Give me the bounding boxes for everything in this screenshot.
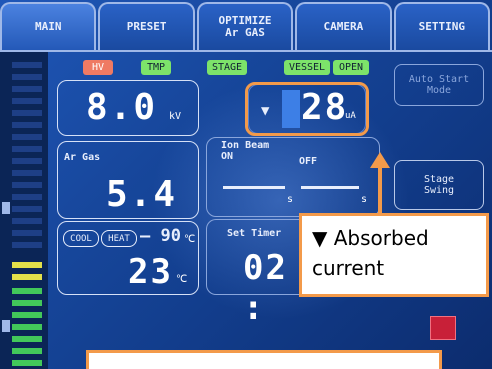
ion-beam-on-label: ON bbox=[221, 151, 234, 162]
heat-button[interactable]: HEAT bbox=[101, 230, 137, 247]
gauge-segment bbox=[12, 218, 42, 224]
auto-start-mode-button[interactable]: Auto Start Mode bbox=[394, 64, 484, 106]
tab-optimize-ar-gas[interactable]: OPTIMIZE Ar GAS bbox=[196, 2, 294, 50]
ion-beam-panel: Ion Beam ON OFF s s bbox=[206, 137, 380, 217]
bottom-annotation-box bbox=[86, 350, 442, 369]
voltage-unit: kV bbox=[169, 111, 182, 122]
temperature-unit: ℃ bbox=[176, 274, 188, 285]
gauge-segment bbox=[12, 134, 42, 140]
gauge-segment-yellow bbox=[12, 262, 42, 268]
gauge-segment bbox=[12, 110, 42, 116]
voltage-value: 8.0 bbox=[86, 87, 158, 128]
gauge-segment bbox=[12, 146, 42, 152]
gauge-segment-green bbox=[12, 324, 42, 330]
red-indicator bbox=[430, 316, 456, 340]
gauge-segment bbox=[12, 206, 42, 212]
ar-gas-label: Ar Gas bbox=[64, 152, 101, 163]
instrument-screen: MAIN PRESET OPTIMIZE Ar GAS CAMERA SETTI… bbox=[0, 0, 492, 369]
ion-beam-off-time-field[interactable] bbox=[301, 186, 359, 189]
gauge-segment-green bbox=[12, 336, 42, 342]
callout-arrow-icon bbox=[370, 152, 390, 216]
level-gauge bbox=[0, 52, 48, 369]
gauge-segment bbox=[12, 242, 42, 248]
gauge-segment bbox=[12, 74, 42, 80]
stage-swing-button[interactable]: Stage Swing bbox=[394, 160, 484, 210]
status-hv-badge: HV bbox=[83, 60, 113, 75]
tab-bar: MAIN PRESET OPTIMIZE Ar GAS CAMERA SETTI… bbox=[0, 0, 492, 52]
gauge-segment bbox=[12, 194, 42, 200]
status-open-badge: OPEN bbox=[333, 60, 369, 75]
gauge-segment bbox=[12, 62, 42, 68]
gauge-segment-green bbox=[12, 300, 42, 306]
timer-panel: Set Timer 02 : bbox=[206, 219, 307, 328]
ion-beam-on-unit: s bbox=[287, 194, 294, 205]
timer-value: 02 : bbox=[243, 248, 288, 328]
cool-button[interactable]: COOL bbox=[63, 230, 99, 247]
callout-down-triangle-icon: ▼ bbox=[312, 226, 328, 250]
current-highlight-frame bbox=[245, 82, 369, 136]
gauge-segment bbox=[12, 98, 42, 104]
gauge-segment-yellow bbox=[12, 274, 42, 280]
callout-line-2: current bbox=[312, 256, 385, 280]
gauge-segment bbox=[12, 86, 42, 92]
temperature-panel: COOL HEAT – 90 ℃ 23 ℃ bbox=[57, 221, 199, 295]
status-stage-badge: STAGE bbox=[207, 60, 247, 75]
gauge-segment bbox=[12, 182, 42, 188]
gauge-segment-green bbox=[12, 288, 42, 294]
ion-beam-on-time-field[interactable] bbox=[223, 186, 285, 189]
voltage-panel: 8.0 kV bbox=[57, 80, 199, 136]
temperature-setpoint: – 90 bbox=[140, 226, 181, 246]
absorbed-current-callout: ▼ Absorbed current bbox=[299, 213, 489, 297]
gauge-tick bbox=[2, 202, 10, 214]
tab-preset[interactable]: PRESET bbox=[98, 2, 195, 50]
gauge-segment bbox=[12, 122, 42, 128]
gauge-segment bbox=[12, 230, 42, 236]
status-tmp-badge: TMP bbox=[141, 60, 171, 75]
ar-gas-value: 5.4 bbox=[106, 174, 178, 215]
tab-underline bbox=[0, 50, 492, 52]
timer-label: Set Timer bbox=[227, 228, 282, 239]
gauge-segment-green bbox=[12, 312, 42, 318]
tab-main[interactable]: MAIN bbox=[0, 2, 97, 50]
callout-line-1: ▼ Absorbed bbox=[312, 226, 429, 250]
ion-beam-label: Ion Beam bbox=[221, 140, 270, 151]
gauge-segment bbox=[12, 158, 42, 164]
setpoint-unit: ℃ bbox=[184, 234, 196, 245]
ion-beam-off-label: OFF bbox=[299, 156, 318, 167]
gauge-tick bbox=[2, 320, 10, 332]
status-vessel-badge: VESSEL bbox=[284, 60, 330, 75]
tab-setting[interactable]: SETTING bbox=[393, 2, 491, 50]
temperature-value: 23 bbox=[128, 252, 173, 292]
gauge-segment-green bbox=[12, 360, 42, 366]
gauge-segment bbox=[12, 170, 42, 176]
gauge-segment-green bbox=[12, 348, 42, 354]
tab-camera[interactable]: CAMERA bbox=[295, 2, 392, 50]
ar-gas-panel: Ar Gas 5.4 bbox=[57, 141, 199, 219]
